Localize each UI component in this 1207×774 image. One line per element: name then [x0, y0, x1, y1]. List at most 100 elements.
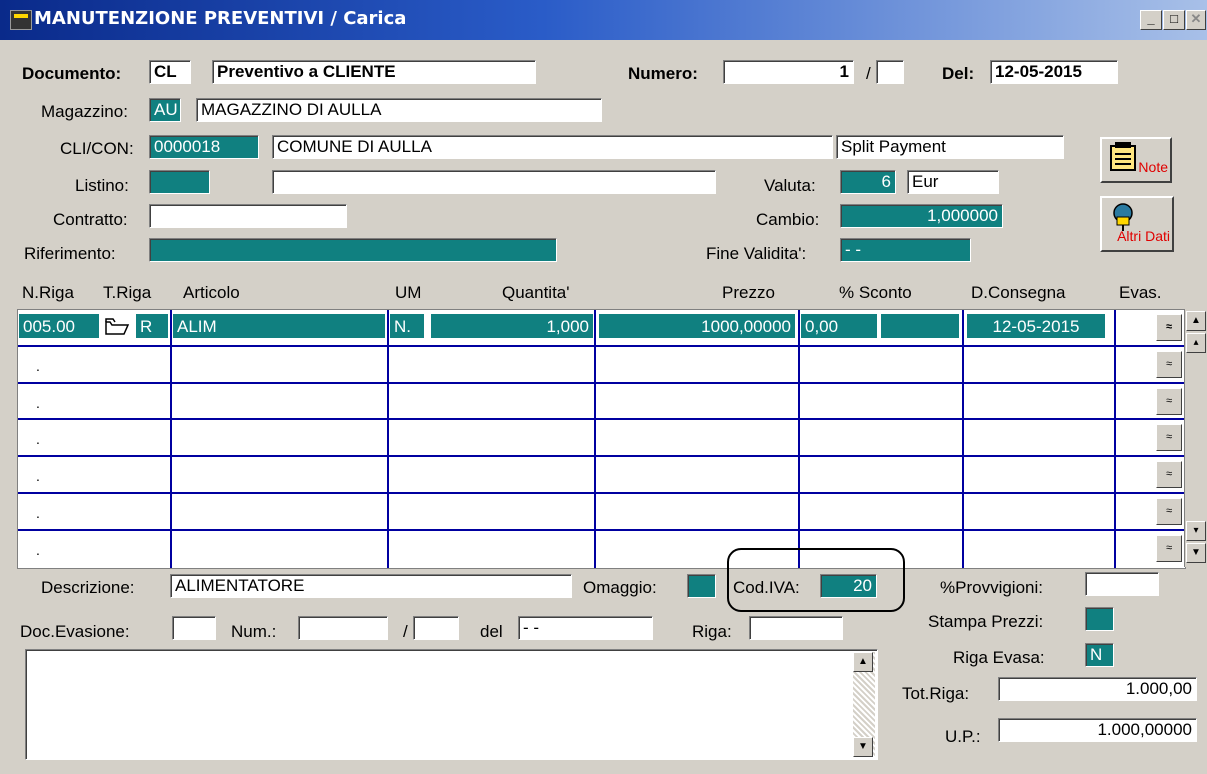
- valuta-desc-field[interactable]: Eur: [907, 170, 999, 194]
- cambio-label: Cambio:: [756, 210, 820, 229]
- magazzino-label: Magazzino:: [41, 102, 128, 121]
- scroll-bottom-icon[interactable]: ▼: [1186, 543, 1206, 563]
- documento-code-field[interactable]: CL: [149, 60, 191, 84]
- note-button-label: Note: [1138, 159, 1168, 175]
- descrizione-label: Descrizione:: [41, 578, 135, 597]
- col-header-um: UM: [395, 283, 422, 302]
- evasion-button[interactable]: ≈: [1156, 461, 1182, 488]
- documento-desc-field[interactable]: Preventivo a CLIENTE: [212, 60, 536, 84]
- del-footer-label: del: [480, 622, 503, 641]
- riga-evasa-label: Riga Evasa:: [953, 648, 1045, 667]
- altri-dati-label: Altri Dati: [1117, 228, 1170, 244]
- listino-desc-field[interactable]: [272, 170, 716, 194]
- cell-sconto[interactable]: 0,00: [800, 313, 878, 339]
- riferimento-label: Riferimento:: [24, 244, 116, 263]
- scroll-down-icon[interactable]: ▾: [1186, 521, 1206, 541]
- fine-validita-field[interactable]: - -: [840, 238, 971, 262]
- magazzino-code-field[interactable]: AU: [149, 98, 181, 122]
- clicon-desc-field[interactable]: COMUNE DI AULLA: [272, 135, 833, 159]
- cell-nriga[interactable]: 005.00: [18, 313, 100, 339]
- up-label: U.P.:: [945, 727, 981, 746]
- listino-code-field[interactable]: [149, 170, 210, 194]
- evasion-button[interactable]: ≈: [1156, 388, 1182, 415]
- list-item[interactable]: .: [36, 468, 40, 484]
- stampa-prezzi-field[interactable]: [1085, 607, 1114, 631]
- evasion-button[interactable]: ≈: [1156, 498, 1182, 525]
- list-item[interactable]: .: [36, 358, 40, 374]
- notes-scroll-up-icon[interactable]: ▲: [853, 652, 873, 672]
- scroll-top-icon[interactable]: ▲: [1186, 311, 1206, 331]
- list-item[interactable]: .: [36, 395, 40, 411]
- list-item[interactable]: .: [36, 542, 40, 558]
- clicon-label: CLI/CON:: [60, 139, 134, 158]
- cell-articolo[interactable]: ALIM: [172, 313, 386, 339]
- evasion-button[interactable]: ≈: [1156, 424, 1182, 451]
- scroll-up-icon[interactable]: ▴: [1186, 333, 1206, 353]
- list-item[interactable]: .: [36, 431, 40, 447]
- window-title: MANUTENZIONE PREVENTIVI / Carica: [34, 8, 407, 29]
- clicon-code-field[interactable]: 0000018: [149, 135, 259, 159]
- magazzino-desc-field[interactable]: MAGAZZINO DI AULLA: [196, 98, 602, 122]
- doc-evasione-label: Doc.Evasione:: [20, 622, 130, 641]
- col-header-triga: T.Riga: [103, 283, 152, 302]
- contratto-field[interactable]: [149, 204, 347, 228]
- col-header-evas: Evas.: [1119, 283, 1162, 302]
- notes-textarea[interactable]: ▲ ▼: [25, 649, 878, 760]
- rows-grid[interactable]: 005.00 R ALIM N. 1,000 1000,00000 0,00 1…: [17, 309, 1186, 569]
- riga-field[interactable]: [749, 616, 843, 640]
- cell-prezzo[interactable]: 1000,00000: [598, 313, 796, 339]
- tot-riga-label: Tot.Riga:: [902, 684, 970, 703]
- col-header-prezzo: Prezzo: [722, 283, 775, 302]
- del-date-field[interactable]: 12-05-2015: [990, 60, 1118, 84]
- num-field[interactable]: [298, 616, 388, 640]
- title-bar: MANUTENZIONE PREVENTIVI / Carica _ □ ✕: [0, 0, 1207, 40]
- fine-validita-label: Fine Validita':: [706, 244, 807, 263]
- riga-label: Riga:: [692, 622, 732, 641]
- cell-sconto-extra[interactable]: [880, 313, 960, 339]
- up-field[interactable]: 1.000,00000: [998, 718, 1197, 742]
- cambio-field[interactable]: 1,000000: [840, 204, 1003, 228]
- split-payment-field[interactable]: Split Payment: [836, 135, 1064, 159]
- notepad-icon: [1110, 142, 1136, 171]
- folder-icon[interactable]: [104, 316, 130, 338]
- note-button[interactable]: Note: [1100, 137, 1172, 183]
- contratto-label: Contratto:: [53, 210, 128, 229]
- riga-evasa-field[interactable]: N: [1085, 643, 1114, 667]
- grid-scrollbar[interactable]: ▲ ▴ ▾ ▼: [1184, 309, 1207, 567]
- pushpin-icon: [1113, 203, 1133, 231]
- close-button[interactable]: ✕: [1186, 10, 1206, 30]
- cell-quantita[interactable]: 1,000: [430, 313, 594, 339]
- altri-dati-button[interactable]: Altri Dati: [1100, 196, 1174, 252]
- listino-label: Listino:: [75, 176, 129, 195]
- valuta-code-field[interactable]: 6: [840, 170, 896, 194]
- del-label: Del:: [942, 64, 975, 83]
- omaggio-label: Omaggio:: [583, 578, 657, 597]
- maximize-button[interactable]: □: [1163, 10, 1185, 30]
- riferimento-field[interactable]: [149, 238, 557, 262]
- minimize-button[interactable]: _: [1140, 10, 1162, 30]
- provvigioni-label: %Provvigioni:: [940, 578, 1043, 597]
- cell-um[interactable]: N.: [389, 313, 425, 339]
- num-suffix-field[interactable]: [413, 616, 459, 640]
- cell-triga[interactable]: R: [135, 313, 169, 339]
- tot-riga-field[interactable]: 1.000,00: [998, 677, 1197, 701]
- descrizione-field[interactable]: ALIMENTATORE: [170, 574, 572, 598]
- col-header-quantita: Quantita': [502, 283, 570, 302]
- notes-scrollbar[interactable]: ▲ ▼: [853, 652, 875, 757]
- del-footer-field[interactable]: - -: [518, 616, 653, 640]
- notes-scroll-down-icon[interactable]: ▼: [853, 737, 873, 757]
- evasion-button[interactable]: ≈: [1156, 314, 1182, 341]
- list-item[interactable]: .: [36, 505, 40, 521]
- evasion-button[interactable]: ≈: [1156, 351, 1182, 378]
- provvigioni-field[interactable]: [1085, 572, 1159, 596]
- documento-label: Documento:: [22, 64, 122, 83]
- col-header-consegna: D.Consegna: [971, 283, 1066, 302]
- numero-label: Numero:: [628, 64, 698, 83]
- evasion-button[interactable]: ≈: [1156, 535, 1182, 562]
- numero-field[interactable]: 1: [723, 60, 854, 84]
- col-header-sconto: % Sconto: [839, 283, 912, 302]
- omaggio-field[interactable]: [687, 574, 716, 598]
- cell-consegna[interactable]: 12-05-2015: [966, 313, 1106, 339]
- numero-suffix-field[interactable]: [876, 60, 904, 84]
- doc-evasione-field[interactable]: [172, 616, 216, 640]
